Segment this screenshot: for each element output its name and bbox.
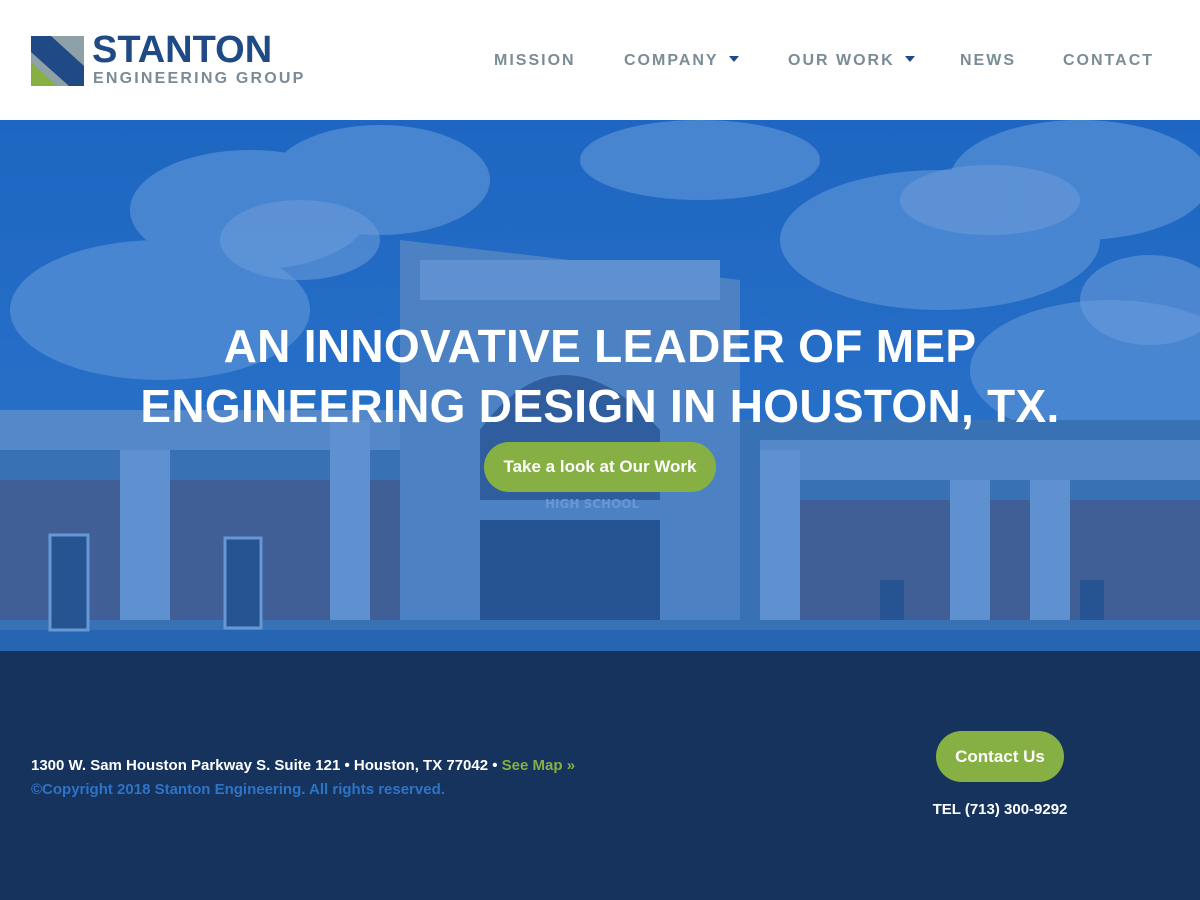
telephone-text: TEL (713) 300-9292 (932, 801, 1068, 818)
nav-item-label: CONTACT (1063, 52, 1155, 69)
copyright-text: ©Copyright 2018 Stanton Engineering. All… (31, 781, 445, 798)
nav-item-mission[interactable]: MISSION (494, 34, 576, 88)
site-header: STANTON ENGINEERING GROUP MISSION COMPAN… (0, 0, 1200, 120)
hero-headline: AN INNOVATIVE LEADER OF MEP ENGINEERING … (60, 316, 1140, 436)
logo-subtitle: ENGINEERING GROUP (93, 70, 306, 87)
nav-item-news[interactable]: NEWS (960, 34, 1016, 88)
nav-item-label: NEWS (960, 52, 1016, 69)
hero-headline-line2: ENGINEERING DESIGN IN HOUSTON, TX. (140, 380, 1060, 432)
caret-down-icon (728, 55, 739, 62)
site-footer: 1300 W. Sam Houston Parkway S. Suite 121… (0, 651, 1200, 900)
see-map-link[interactable]: See Map » (502, 757, 575, 774)
nav-item-contact[interactable]: CONTACT (1063, 34, 1154, 88)
nav-item-label: OUR WORK (788, 52, 895, 69)
address-text: 1300 W. Sam Houston Parkway S. Suite 121… (31, 757, 502, 774)
hero-section: HIGH SCHOOL AN INNOVATIVE LEADER OF MEP … (0, 120, 1200, 651)
caret-down-icon (904, 55, 915, 62)
nav-item-our-work[interactable]: OUR WORK (788, 34, 915, 88)
nav-item-label: MISSION (494, 52, 576, 69)
nav-item-company[interactable]: COMPANY (624, 34, 739, 88)
address-line: 1300 W. Sam Houston Parkway S. Suite 121… (31, 757, 575, 774)
nav-item-label: COMPANY (624, 52, 719, 69)
hero-headline-line1: AN INNOVATIVE LEADER OF MEP (223, 320, 977, 372)
our-work-button[interactable]: Take a look at Our Work (484, 442, 716, 492)
logo-mark-icon (31, 36, 84, 86)
logo[interactable]: STANTON ENGINEERING GROUP (31, 30, 303, 90)
contact-us-button[interactable]: Contact Us (936, 731, 1064, 782)
logo-title: STANTON (92, 29, 273, 71)
main-nav: MISSION COMPANY OUR WORK NEWS CONTACT (468, 34, 1178, 88)
